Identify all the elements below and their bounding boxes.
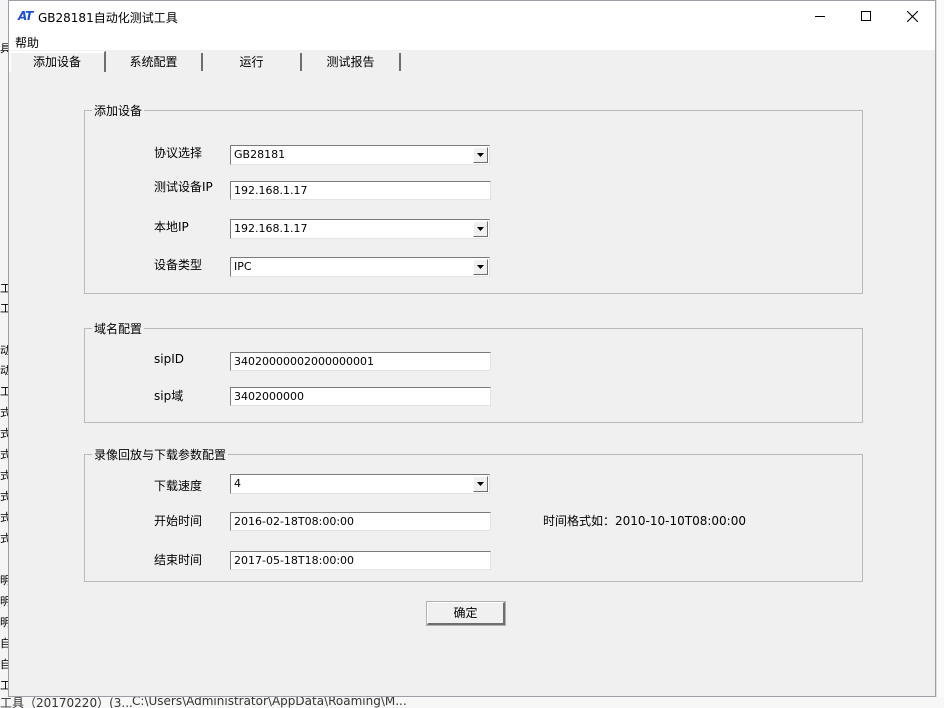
download-speed-value: 4 xyxy=(234,477,241,490)
local-ip-label: 本地IP xyxy=(154,220,189,234)
protocol-value: GB28181 xyxy=(234,148,286,161)
device-type-value: IPC xyxy=(234,260,252,273)
add-device-legend: 添加设备 xyxy=(94,104,143,118)
dropdown-button[interactable] xyxy=(473,259,488,275)
sip-id-input[interactable]: 34020000002000000001 xyxy=(230,352,491,371)
device-type-label: 设备类型 xyxy=(154,258,203,272)
protocol-select[interactable]: GB28181 xyxy=(230,145,490,165)
chevron-down-icon xyxy=(477,227,484,231)
sip-domain-input[interactable]: 3402000000 xyxy=(230,387,491,406)
local-ip-select[interactable]: 192.168.1.17 xyxy=(230,219,490,239)
chevron-down-icon xyxy=(477,482,484,486)
download-speed-label: 下载速度 xyxy=(154,479,203,493)
device-type-select[interactable]: IPC xyxy=(230,257,490,277)
menu-bar: 帮助 xyxy=(9,31,935,50)
close-button[interactable] xyxy=(889,1,935,31)
app-logo-icon: AT xyxy=(18,9,33,23)
background-window-right xyxy=(936,0,944,708)
domain-config-group: 域名配置 xyxy=(84,320,863,423)
chevron-down-icon xyxy=(477,153,484,157)
test-ip-label: 测试设备IP xyxy=(154,180,213,194)
start-time-input[interactable]: 2016-02-18T08:00:00 xyxy=(230,512,491,531)
tab-test-report[interactable]: 测试报告 xyxy=(302,53,401,71)
close-icon xyxy=(906,10,918,22)
app-window: AT GB28181自动化测试工具 帮助 添加设备 系统配置 运行 测试报告 添… xyxy=(8,0,936,697)
menu-help[interactable]: 帮助 xyxy=(15,34,39,51)
playback-config-legend: 录像回放与下载参数配置 xyxy=(94,448,227,462)
protocol-label: 协议选择 xyxy=(154,146,203,160)
minimize-icon xyxy=(815,16,825,17)
tab-add-device[interactable]: 添加设备 xyxy=(9,51,106,72)
sip-id-label: sipID xyxy=(154,352,184,366)
maximize-icon xyxy=(861,11,871,21)
time-format-hint: 时间格式如：2010-10-10T08:00:00 xyxy=(543,514,746,528)
chevron-down-icon xyxy=(477,265,484,269)
start-time-label: 开始时间 xyxy=(154,514,203,528)
end-time-label: 结束时间 xyxy=(154,553,203,567)
tab-strip: 添加设备 系统配置 运行 测试报告 xyxy=(9,51,935,73)
background-window-left: 具 工 工 动 动 工 式 式 式 式 式 式 式 明 明 明 自 自 工 xyxy=(0,0,11,708)
dropdown-button[interactable] xyxy=(473,147,488,163)
download-speed-select[interactable]: 4 xyxy=(230,474,490,494)
dropdown-button[interactable] xyxy=(473,476,488,492)
bg-bottom-text: 工具（20170220）(3... xyxy=(0,697,133,708)
tab-system-config[interactable]: 系统配置 xyxy=(106,53,203,71)
local-ip-value: 192.168.1.17 xyxy=(234,222,308,235)
tab-run[interactable]: 运行 xyxy=(203,53,302,71)
window-title: GB28181自动化测试工具 xyxy=(38,11,178,25)
minimize-button[interactable] xyxy=(797,1,843,31)
dropdown-button[interactable] xyxy=(473,221,488,237)
background-window-bottom: 工具（20170220）(3... C:\Users\Administrator… xyxy=(0,697,944,708)
maximize-button[interactable] xyxy=(843,1,889,31)
sip-domain-label: sip域 xyxy=(154,389,184,403)
end-time-input[interactable]: 2017-05-18T18:00:00 xyxy=(230,551,491,570)
ok-button[interactable]: 确定 xyxy=(426,601,506,626)
title-bar: AT GB28181自动化测试工具 xyxy=(9,1,935,31)
bg-bottom-path: C:\Users\Administrator\AppData\Roaming\M… xyxy=(132,697,407,708)
test-ip-input[interactable]: 192.168.1.17 xyxy=(230,181,491,200)
domain-config-legend: 域名配置 xyxy=(94,322,143,336)
